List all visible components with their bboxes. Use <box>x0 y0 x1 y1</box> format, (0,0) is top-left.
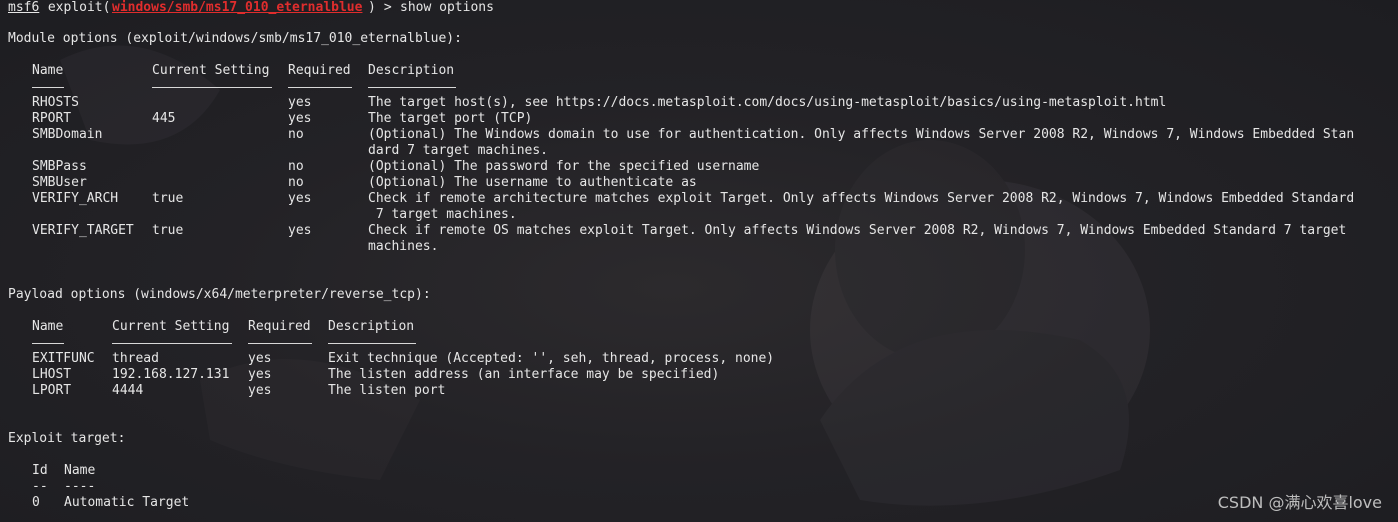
table-row: SMBPass no (Optional) The password for t… <box>8 159 759 175</box>
column-header-required: Required <box>288 63 351 78</box>
option-description: Check if remote architecture matches exp… <box>368 191 1355 206</box>
option-required: yes <box>248 383 272 398</box>
prompt-line: msf6 exploit( windows/smb/ms17_010_etern… <box>8 0 494 16</box>
target-id: 0 <box>32 495 40 510</box>
header-underline: -- <box>32 479 48 494</box>
exploit-target-header-row: Id Name <box>8 463 95 479</box>
option-description: (Optional) The username to authenticate … <box>368 175 697 190</box>
column-header-name: Name <box>32 319 64 334</box>
option-required: yes <box>248 367 272 382</box>
option-required: yes <box>288 223 312 238</box>
table-row: VERIFY_ARCH true yes Check if remote arc… <box>8 191 1354 207</box>
prompt-module-close: ) <box>368 0 376 15</box>
target-name: Automatic Target <box>64 495 190 510</box>
table-row-continuation: 7 target machines. <box>8 207 517 223</box>
option-description: 7 target machines. <box>368 207 517 222</box>
header-underline <box>368 87 456 88</box>
option-setting: 4444 <box>112 383 144 398</box>
column-header-current-setting: Current Setting <box>152 63 270 78</box>
option-description: dard 7 target machines. <box>368 143 549 158</box>
msf-prompt-prefix: msf6 <box>8 0 40 15</box>
column-header-name: Name <box>32 63 64 78</box>
table-row: RPORT 445 yes The target port (TCP) <box>8 111 532 127</box>
header-underline <box>152 87 272 88</box>
option-description: Check if remote OS matches exploit Targe… <box>368 223 1347 238</box>
table-row: SMBUser no (Optional) The username to au… <box>8 175 697 191</box>
option-name: RHOSTS <box>32 95 79 110</box>
header-underline <box>112 343 232 344</box>
table-row: 0 Automatic Target <box>8 495 189 511</box>
table-row: RHOSTS yes The target host(s), see https… <box>8 95 1166 111</box>
module-options-underline-row <box>8 79 456 95</box>
option-setting: thread <box>112 351 159 366</box>
option-name: SMBPass <box>32 159 87 174</box>
option-name: EXITFUNC <box>32 351 95 366</box>
csdn-watermark: CSDN @满心欢喜love <box>1217 493 1382 512</box>
prompt-arrow: > <box>376 0 400 15</box>
option-name: VERIFY_ARCH <box>32 191 119 206</box>
exploit-target-underline-row: -- ---- <box>8 479 95 495</box>
option-description: The listen port <box>328 383 446 398</box>
module-options-heading: Module options (exploit/windows/smb/ms17… <box>8 31 462 46</box>
table-row: SMBDomain no (Optional) The Windows doma… <box>8 127 1354 143</box>
option-setting: true <box>152 191 184 206</box>
column-header-required: Required <box>248 319 311 334</box>
column-header-name: Name <box>64 463 96 478</box>
option-name: LPORT <box>32 383 72 398</box>
option-description: Exit technique (Accepted: '', seh, threa… <box>328 351 775 366</box>
table-row: LHOST 192.168.127.131 yes The listen add… <box>8 367 719 383</box>
command-text[interactable]: show options <box>400 0 494 16</box>
option-name: SMBUser <box>32 175 87 190</box>
terminal-window[interactable]: msf6 exploit( windows/smb/ms17_010_etern… <box>0 0 1398 522</box>
prompt-module-name: windows/smb/ms17_010_eternalblue <box>112 0 363 15</box>
payload-options-header-row: Name Current Setting Required Descriptio… <box>8 319 414 335</box>
option-description: The target host(s), see https://docs.met… <box>368 95 1167 110</box>
option-required: no <box>288 127 304 142</box>
option-description: The target port (TCP) <box>368 111 533 126</box>
exploit-target-heading: Exploit target: <box>8 431 126 446</box>
table-row-continuation: dard 7 target machines. <box>8 143 548 159</box>
option-description: machines. <box>368 239 439 254</box>
header-underline <box>32 343 64 344</box>
header-underline <box>248 343 312 344</box>
header-underline <box>328 343 416 344</box>
prompt-module-open: exploit( <box>40 0 111 15</box>
table-row: EXITFUNC thread yes Exit technique (Acce… <box>8 351 774 367</box>
option-required: yes <box>288 111 312 126</box>
option-required: yes <box>248 351 272 366</box>
table-row: LPORT 4444 yes The listen port <box>8 383 445 399</box>
option-setting: true <box>152 223 184 238</box>
payload-options-heading: Payload options (windows/x64/meterpreter… <box>8 287 431 302</box>
table-row: VERIFY_TARGET true yes Check if remote O… <box>8 223 1346 239</box>
option-description: (Optional) The Windows domain to use for… <box>368 127 1355 142</box>
header-underline <box>32 87 64 88</box>
module-options-header-row: Name Current Setting Required Descriptio… <box>8 63 454 79</box>
payload-options-underline-row <box>8 335 416 351</box>
option-setting: 445 <box>152 111 176 126</box>
header-underline <box>288 87 352 88</box>
column-header-description: Description <box>368 63 455 78</box>
option-name: LHOST <box>32 367 72 382</box>
option-description: (Optional) The password for the specifie… <box>368 159 760 174</box>
option-name: RPORT <box>32 111 72 126</box>
option-name: SMBDomain <box>32 127 103 142</box>
column-header-description: Description <box>328 319 415 334</box>
column-header-current-setting: Current Setting <box>112 319 230 334</box>
option-required: yes <box>288 191 312 206</box>
table-row-continuation: machines. <box>8 239 438 255</box>
column-header-id: Id <box>32 463 48 478</box>
option-required: no <box>288 159 304 174</box>
option-required: yes <box>288 95 312 110</box>
option-setting: 192.168.127.131 <box>112 367 230 382</box>
header-underline: ---- <box>64 479 96 494</box>
option-description: The listen address (an interface may be … <box>328 367 720 382</box>
option-required: no <box>288 175 304 190</box>
option-name: VERIFY_TARGET <box>32 223 134 238</box>
